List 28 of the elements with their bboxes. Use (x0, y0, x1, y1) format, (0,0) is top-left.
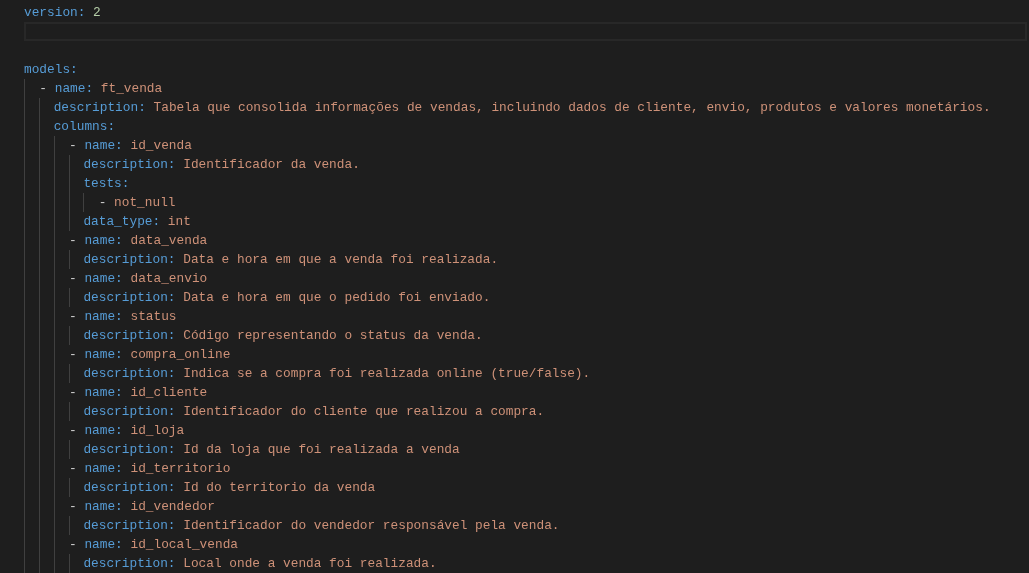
code-line: description: Local onde a venda foi realizada. (83, 555, 437, 573)
code-line: models: (24, 61, 78, 79)
code-line: description: Id do territorio da venda (83, 479, 376, 497)
code-line: description: Identificador da venda. (83, 156, 360, 174)
code-line: data_type: int (83, 213, 191, 231)
code-line: - name: status (69, 308, 177, 326)
code-line: - name: id_local_venda (69, 536, 238, 554)
code-line: description: Código representando o status da venda. (83, 327, 483, 345)
code-line: - name: id_cliente (69, 384, 208, 402)
code-line: description: Id da loja que foi realizada a venda (83, 441, 460, 459)
code-line: - name: id_venda (69, 137, 192, 155)
code-line: description: Data e hora em que a venda foi realizada. (83, 251, 499, 269)
code-line: - name: ft_venda (39, 80, 163, 98)
code-line: - name: data_venda (69, 232, 208, 250)
code-line: description: Identificador do cliente que realizou a compra. (83, 403, 545, 421)
code-line: - name: id_loja (69, 422, 185, 440)
code-line: columns: (53, 118, 116, 136)
code-line: description: Identificador do vendedor responsável pela venda. (83, 517, 560, 535)
code-line: tests: (83, 175, 130, 193)
code-line: - not_null (98, 194, 176, 212)
code-line: description: Data e hora em que o pedido foi enviado. (83, 289, 491, 307)
code-line: description: Tabela que consolida informações de vendas, incluindo dados de cliente, envio, produtos e valores monetários. (53, 99, 991, 117)
code-line: - name: id_territorio (69, 460, 231, 478)
code-line: - name: id_vendedor (69, 498, 215, 516)
code-line: - name: compra_online (69, 346, 231, 364)
code-line: - name: data_envio (69, 270, 208, 288)
code-line: description: Indica se a compra foi realizada online (true/false). (83, 365, 591, 383)
code-line: version: 2 (24, 4, 101, 22)
